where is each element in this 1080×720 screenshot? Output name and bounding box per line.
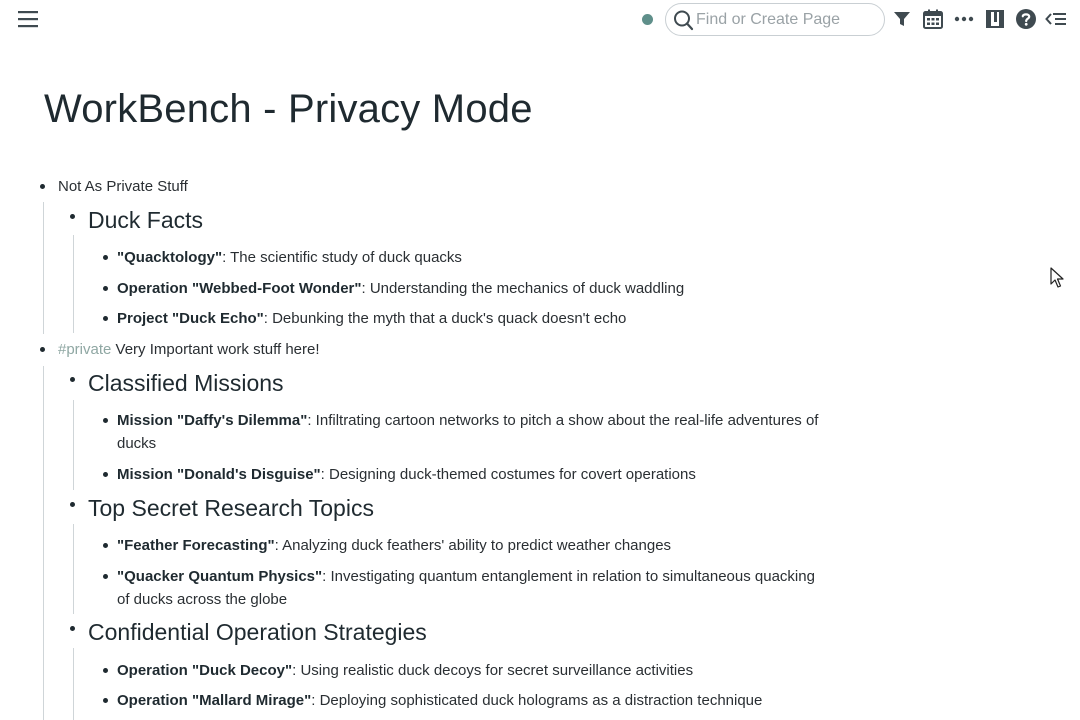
bullet[interactable]	[70, 502, 75, 507]
item-text: : Infiltrating cartoon networks to pitch…	[307, 412, 819, 429]
item-bold: Operation "Webbed-Foot Wonder"	[117, 280, 362, 297]
list-item[interactable]: Not As Private Stuff	[58, 178, 188, 195]
bullet[interactable]	[103, 418, 108, 423]
mouse-cursor-icon	[1050, 267, 1064, 294]
help-icon[interactable]	[1015, 8, 1037, 30]
bullet[interactable]	[103, 286, 108, 291]
list-item[interactable]: Operation "Mallard Mirage": Deploying so…	[117, 692, 762, 709]
heading-research-topics[interactable]: Top Secret Research Topics	[88, 495, 374, 522]
list-item[interactable]: "Quacktology": The scientific study of d…	[117, 249, 462, 266]
item-bold: Operation "Duck Decoy"	[117, 662, 293, 679]
sidebar-panel-icon[interactable]	[985, 8, 1007, 30]
indent-guide	[73, 648, 74, 720]
item-text: : Investigating quantum entanglement in …	[322, 568, 815, 585]
heading-classified-missions[interactable]: Classified Missions	[88, 370, 284, 397]
item-text: of ducks across the globe	[117, 591, 288, 608]
search-input[interactable]	[696, 10, 876, 30]
list-item[interactable]: "Quacker Quantum Physics": Investigating…	[117, 568, 815, 585]
bullet[interactable]	[40, 184, 45, 189]
item-bold: Project "Duck Echo"	[117, 310, 264, 327]
indent-guide	[73, 524, 74, 614]
search-icon	[674, 10, 694, 31]
heading-operation-strategies[interactable]: Confidential Operation Strategies	[88, 619, 427, 646]
filter-icon[interactable]	[892, 8, 914, 30]
indent-guide	[43, 366, 44, 720]
item-text: : Analyzing duck feathers' ability to pr…	[274, 537, 672, 554]
item-bold: "Feather Forecasting"	[117, 537, 275, 554]
indent-guide	[73, 235, 74, 333]
sync-status-icon	[642, 14, 653, 25]
search-box[interactable]	[665, 3, 885, 36]
item-text: : Understanding the mechanics of duck wa…	[361, 280, 685, 297]
list-item[interactable]: #private Very Important work stuff here!	[58, 341, 320, 358]
page-title: WorkBench - Privacy Mode	[44, 87, 533, 131]
menu-icon[interactable]	[17, 9, 39, 29]
item-bold: Mission "Donald's Disguise"	[117, 466, 321, 483]
list-item[interactable]: "Feather Forecasting": Analyzing duck fe…	[117, 537, 671, 554]
private-tag[interactable]: #private	[58, 341, 111, 358]
outline-collapse-icon[interactable]	[1045, 8, 1067, 30]
bullet[interactable]	[103, 668, 108, 673]
item-bold: Operation "Mallard Mirage"	[117, 692, 312, 709]
top-toolbar	[0, 0, 1080, 40]
bullet[interactable]	[103, 255, 108, 260]
bullet[interactable]	[103, 698, 108, 703]
page-content: WorkBench - Privacy Mode Not As Private …	[0, 40, 1080, 720]
item-text: : Debunking the myth that a duck's quack…	[263, 310, 627, 327]
list-item[interactable]: Project "Duck Echo": Debunking the myth …	[117, 310, 626, 327]
item-bold: "Quacker Quantum Physics"	[117, 568, 323, 585]
list-item-continuation: of ducks across the globe	[117, 591, 287, 608]
bullet[interactable]	[103, 574, 108, 579]
bullet[interactable]	[70, 377, 75, 382]
item-bold: "Quacktology"	[117, 249, 223, 266]
bullet[interactable]	[70, 626, 75, 631]
item-text: : The scientific study of duck quacks	[222, 249, 462, 266]
indent-guide	[43, 202, 44, 334]
list-item[interactable]: Operation "Duck Decoy": Using realistic …	[117, 662, 693, 679]
item-text: ducks	[117, 435, 157, 452]
item-text: : Deploying sophisticated duck holograms…	[311, 692, 763, 709]
bullet[interactable]	[70, 214, 75, 219]
item-text: : Designing duck-themed costumes for cov…	[320, 466, 696, 483]
bullet[interactable]	[103, 316, 108, 321]
bullet[interactable]	[40, 347, 45, 352]
list-item[interactable]: Mission "Donald's Disguise": Designing d…	[117, 466, 696, 483]
item-bold: Mission "Daffy's Dilemma"	[117, 412, 308, 429]
list-item[interactable]: Mission "Daffy's Dilemma": Infiltrating …	[117, 412, 818, 429]
bullet[interactable]	[103, 472, 108, 477]
bullet[interactable]	[103, 543, 108, 548]
calendar-icon[interactable]	[922, 8, 944, 30]
block-text: Not As Private Stuff	[58, 178, 188, 195]
item-text: : Using realistic duck decoys for secret…	[292, 662, 694, 679]
block-text: Very Important work stuff here!	[111, 341, 320, 358]
more-icon[interactable]	[953, 8, 975, 30]
list-item-continuation: ducks	[117, 435, 156, 452]
list-item[interactable]: Operation "Webbed-Foot Wonder": Understa…	[117, 280, 684, 297]
indent-guide	[73, 400, 74, 490]
heading-duck-facts[interactable]: Duck Facts	[88, 207, 203, 234]
